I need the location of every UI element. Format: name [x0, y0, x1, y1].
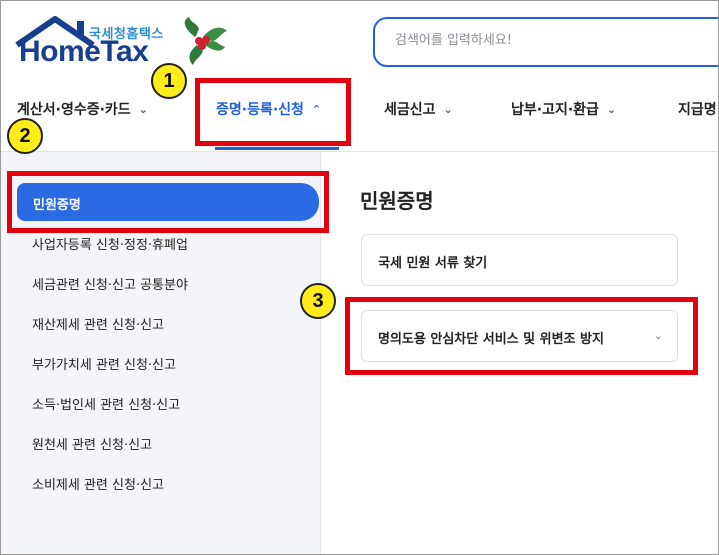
sidebar-item-vat[interactable]: 부가가치세 관련 신청·신고 [32, 354, 176, 373]
search-input[interactable] [395, 33, 695, 48]
sidebar-item-property-tax[interactable]: 재산제세 관련 신청·신고 [32, 314, 164, 333]
nav-item-label: 납부·고지·환급 [511, 102, 599, 118]
nav-item-label: 계산서·영수증·카드 [17, 102, 131, 118]
page-title: 민원증명 [360, 189, 434, 213]
search-box[interactable] [373, 17, 718, 67]
sidebar-item-business-registration[interactable]: 사업자등록 신청·정정·휴폐업 [32, 234, 188, 253]
nav-item-payment-statement[interactable]: 지급명 [678, 99, 717, 119]
step-badge-3: 3 [300, 283, 336, 319]
card-label: 국세 민원 서류 찾기 [378, 256, 488, 271]
nav-item-label: 세금신고 [384, 102, 436, 118]
hometax-logo[interactable]: 국세청홈택스 HomeTax [15, 15, 230, 77]
logo-title: HomeTax [19, 35, 149, 68]
step-badge-1: 1 [151, 63, 187, 99]
screenshot-frame: 국세청홈택스 HomeTax 계산서·영수증·카드 ⌄ 증명·등록·신청 ⌃ 세… [0, 0, 719, 555]
sidebar-item-withholding-tax[interactable]: 원천세 관련 신청·신고 [32, 434, 152, 453]
holly-icon [184, 17, 227, 65]
top-nav: 계산서·영수증·카드 ⌄ 증명·등록·신청 ⌃ 세금신고 ⌄ 납부·고지·환급 … [1, 79, 718, 151]
card-find-civil-documents[interactable]: 국세 민원 서류 찾기 [361, 234, 678, 286]
nav-item-invoice-receipt-card[interactable]: 계산서·영수증·카드 ⌄ [17, 99, 148, 119]
sidebar-item-tax-common[interactable]: 세금관련 신청·신고 공통분야 [32, 274, 188, 293]
step-badge-2: 2 [7, 118, 43, 154]
highlight-box-2 [7, 171, 329, 233]
active-tab-indicator [215, 147, 339, 150]
sidebar-item-income-corporate-tax[interactable]: 소득·법인세 관련 신청·신고 [32, 394, 180, 413]
nav-item-label: 지급명 [678, 102, 717, 118]
chevron-down-icon: ⌄ [606, 102, 617, 116]
highlight-box-3 [345, 297, 698, 375]
nav-item-tax-filing[interactable]: 세금신고 ⌄ [384, 99, 453, 119]
sidebar-item-consumption-tax[interactable]: 소비제세 관련 신청·신고 [32, 474, 164, 493]
chevron-down-icon: ⌄ [138, 102, 148, 116]
nav-item-payment-notice-refund[interactable]: 납부·고지·환급 ⌄ [511, 99, 616, 119]
chevron-down-icon: ⌄ [443, 102, 453, 116]
highlight-box-1 [195, 78, 351, 146]
